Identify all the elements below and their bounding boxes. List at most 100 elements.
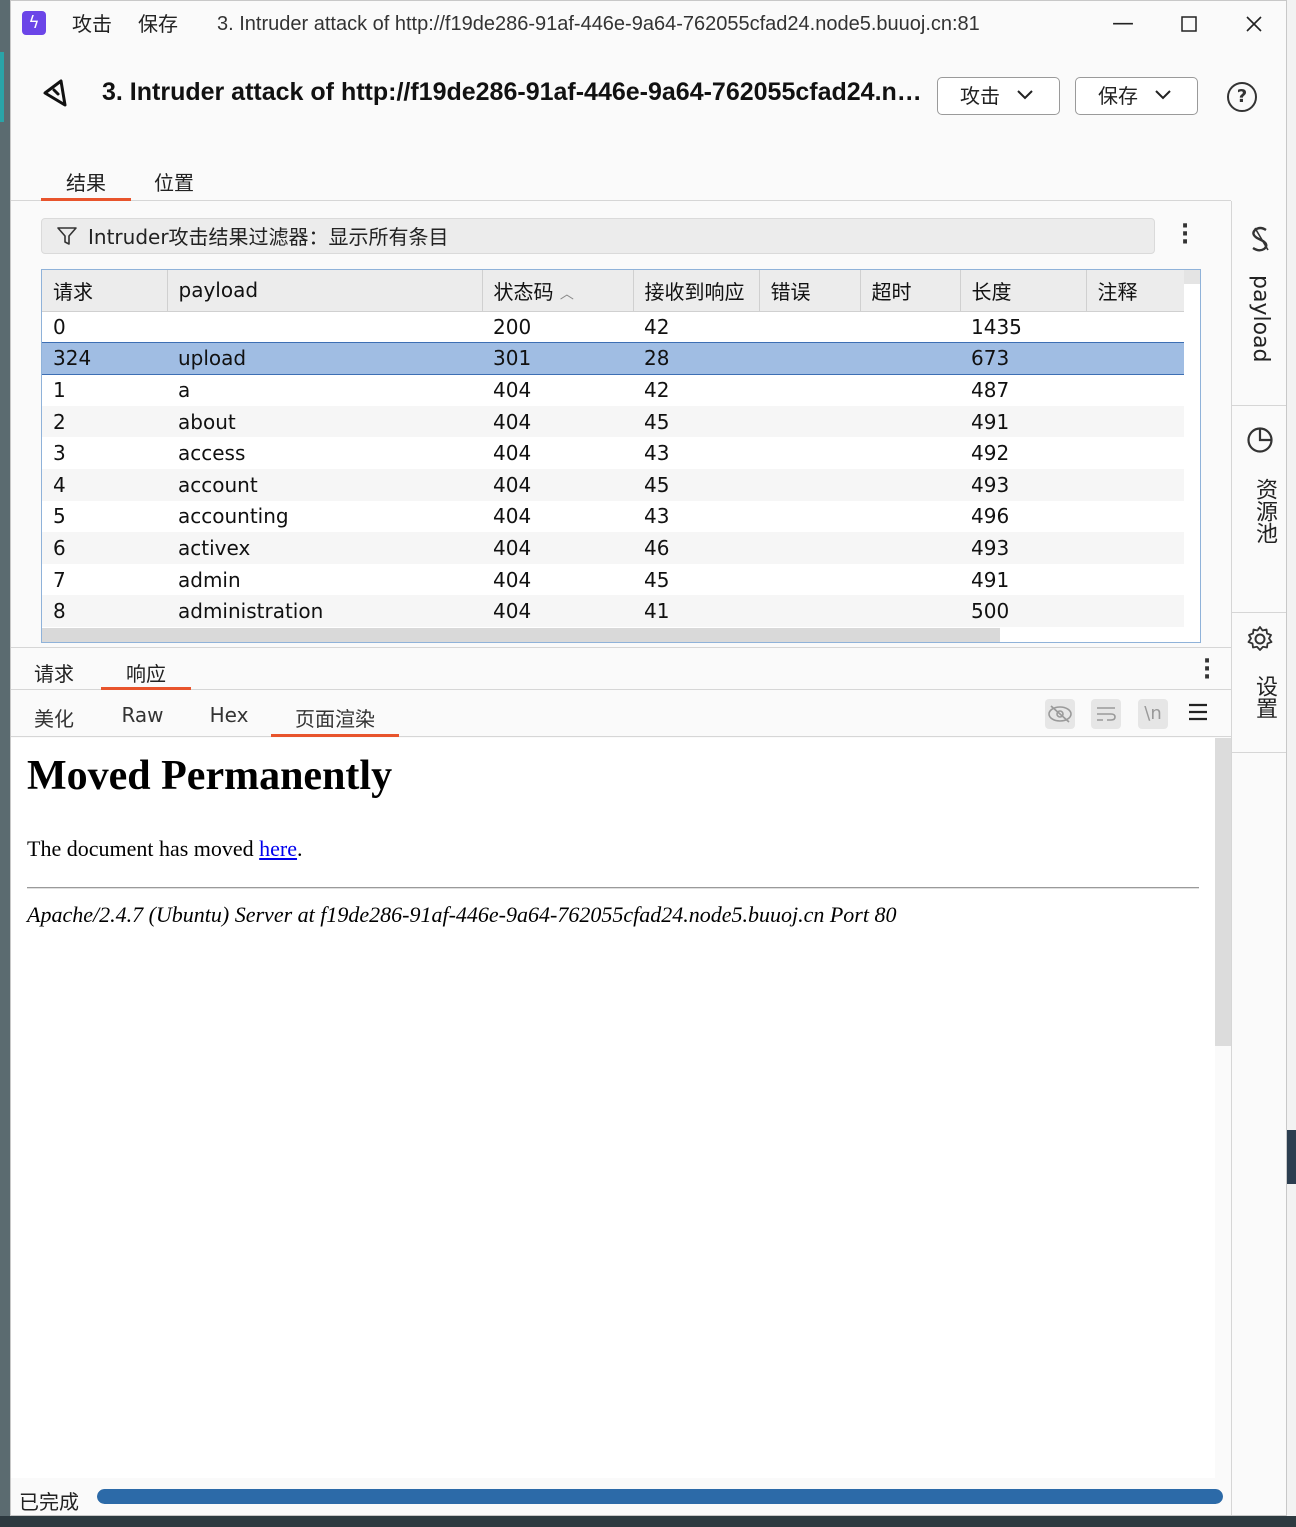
cell-request: 4 bbox=[42, 468, 167, 501]
filter-more-options-icon[interactable]: · · · bbox=[1180, 216, 1190, 254]
filter-icon bbox=[57, 227, 77, 245]
cell-payload: admin bbox=[178, 567, 241, 592]
rendered-paragraph: The document has moved here. bbox=[27, 836, 303, 862]
table-row[interactable]: 5 accounting 404 43 496 bbox=[42, 501, 1184, 533]
chevron-down-icon bbox=[1017, 78, 1033, 114]
cell-request: 2 bbox=[42, 405, 167, 438]
status-text: 已完成 bbox=[19, 1490, 79, 1514]
column-header-error[interactable]: 错误 bbox=[759, 270, 861, 312]
wrap-lines-icon[interactable] bbox=[1091, 699, 1121, 729]
cell-error bbox=[759, 532, 860, 564]
table-row[interactable]: 6 activex 404 46 493 bbox=[42, 532, 1184, 564]
table-row[interactable]: 4 account 404 45 493 bbox=[42, 468, 1184, 501]
tab-raw[interactable]: Raw bbox=[115, 703, 170, 737]
hide-eye-icon[interactable] bbox=[1045, 699, 1075, 729]
table-row[interactable]: 2 about 404 45 491 bbox=[42, 405, 1184, 438]
cell-received: 43 bbox=[644, 504, 670, 529]
table-row[interactable]: 1 a 404 42 487 bbox=[42, 374, 1184, 406]
intruder-attack-window: ϟ 攻击 保存 3. Intruder attack of http://f19… bbox=[10, 0, 1287, 1516]
cell-status: 404 bbox=[493, 378, 532, 403]
sidebar-item-payload[interactable]: payload bbox=[1232, 201, 1286, 406]
render-vertical-scrollbar[interactable] bbox=[1215, 738, 1231, 1046]
hamburger-menu-icon[interactable] bbox=[1188, 703, 1210, 725]
cell-length: 487 bbox=[971, 378, 1010, 403]
page-title: 3. Intruder attack of http://f19de286-91… bbox=[102, 78, 924, 106]
column-header-length[interactable]: 长度 bbox=[960, 270, 1087, 312]
table-row[interactable]: 8 administration 404 41 500 bbox=[42, 595, 1184, 627]
close-icon[interactable] bbox=[1234, 7, 1274, 41]
cell-error bbox=[759, 501, 860, 533]
tab-hex[interactable]: Hex bbox=[203, 703, 255, 737]
rendered-heading: Moved Permanently bbox=[27, 753, 393, 799]
cell-length: 1435 bbox=[971, 314, 1022, 339]
pie-chart-icon bbox=[1246, 426, 1274, 454]
menu-attack[interactable]: 攻击 bbox=[72, 11, 112, 37]
column-header-status[interactable]: 状态码 ︿ bbox=[482, 270, 634, 312]
table-row[interactable]: 324 upload 301 28 673 bbox=[42, 342, 1184, 375]
background-bottom-edge bbox=[0, 1516, 1296, 1527]
tab-request[interactable]: 请求 bbox=[29, 658, 79, 690]
cell-payload bbox=[167, 311, 482, 343]
minimize-icon[interactable]: — bbox=[1103, 7, 1143, 41]
cell-status: 404 bbox=[493, 567, 532, 592]
cell-length: 493 bbox=[960, 468, 1086, 501]
cell-request: 8 bbox=[42, 595, 167, 627]
attack-dropdown-button[interactable]: 攻击 bbox=[937, 77, 1060, 115]
sidebar-item-resource-pool[interactable]: 资源池 bbox=[1232, 406, 1286, 613]
payload-s-icon bbox=[1246, 225, 1274, 253]
save-dropdown-button[interactable]: 保存 bbox=[1075, 77, 1198, 115]
cell-timeout bbox=[860, 468, 960, 501]
cell-payload: a bbox=[178, 378, 191, 403]
cell-length: 500 bbox=[960, 595, 1086, 627]
cell-payload: administration bbox=[167, 595, 482, 627]
tab-pretty[interactable]: 美化 bbox=[29, 703, 79, 737]
cell-received: 45 bbox=[633, 468, 759, 501]
cell-payload: upload bbox=[167, 342, 482, 375]
burp-app-icon: ϟ bbox=[22, 11, 46, 35]
cell-comment bbox=[1086, 501, 1184, 533]
cell-request: 5 bbox=[53, 504, 66, 529]
maximize-icon[interactable] bbox=[1169, 7, 1209, 41]
table-row[interactable]: 7 admin 404 45 491 bbox=[42, 564, 1184, 596]
cell-error bbox=[759, 595, 860, 627]
chevron-down-icon bbox=[1155, 78, 1171, 114]
table-row[interactable]: 0 200 42 1435 bbox=[42, 311, 1184, 343]
rendered-here-link[interactable]: here bbox=[259, 836, 297, 861]
table-corner bbox=[1184, 270, 1200, 284]
cell-received: 41 bbox=[633, 595, 759, 627]
cell-timeout bbox=[860, 311, 960, 343]
table-vertical-scrollbar[interactable] bbox=[1184, 270, 1200, 642]
tab-response[interactable]: 响应 bbox=[101, 658, 191, 690]
response-view-tabs: 美化 Raw Hex 页面渲染 \n bbox=[11, 691, 1231, 737]
detail-more-options-icon[interactable]: · · · bbox=[1202, 651, 1212, 689]
column-header-request[interactable]: 请求 bbox=[42, 270, 168, 312]
table-horizontal-scrollbar[interactable] bbox=[42, 628, 1000, 642]
cell-timeout bbox=[860, 374, 960, 406]
sidebar-item-settings[interactable]: 设置 bbox=[1232, 613, 1286, 753]
cell-length: 496 bbox=[971, 504, 1010, 529]
newline-toggle-icon[interactable]: \n bbox=[1138, 699, 1168, 729]
column-header-comment[interactable]: 注释 bbox=[1086, 270, 1185, 312]
column-header-timeout[interactable]: 超时 bbox=[860, 270, 961, 312]
tab-results[interactable]: 结果 bbox=[41, 167, 131, 201]
help-icon[interactable]: ? bbox=[1227, 82, 1257, 112]
column-header-payload[interactable]: payload bbox=[167, 270, 483, 312]
column-header-received[interactable]: 接收到响应 bbox=[633, 270, 760, 312]
cell-status: 301 bbox=[482, 342, 633, 375]
tab-render[interactable]: 页面渲染 bbox=[271, 703, 399, 737]
cell-payload: activex bbox=[167, 532, 482, 564]
cell-comment bbox=[1086, 374, 1184, 406]
table-row[interactable]: 3 access 404 43 492 bbox=[42, 437, 1184, 469]
attack-button-label: 攻击 bbox=[960, 84, 1000, 108]
window-title: 3. Intruder attack of http://f19de286-91… bbox=[217, 13, 980, 35]
cell-timeout bbox=[860, 437, 960, 469]
tab-positions[interactable]: 位置 bbox=[139, 167, 209, 201]
cell-status: 404 bbox=[493, 504, 532, 529]
cell-comment bbox=[1086, 595, 1184, 627]
menu-save[interactable]: 保存 bbox=[138, 11, 178, 37]
cell-received: 42 bbox=[644, 378, 670, 403]
cell-request: 1 bbox=[53, 378, 66, 403]
cell-length: 491 bbox=[960, 405, 1086, 438]
cell-request: 6 bbox=[42, 532, 167, 564]
results-filter-bar[interactable]: Intruder攻击结果过滤器：显示所有条目 bbox=[41, 218, 1155, 254]
